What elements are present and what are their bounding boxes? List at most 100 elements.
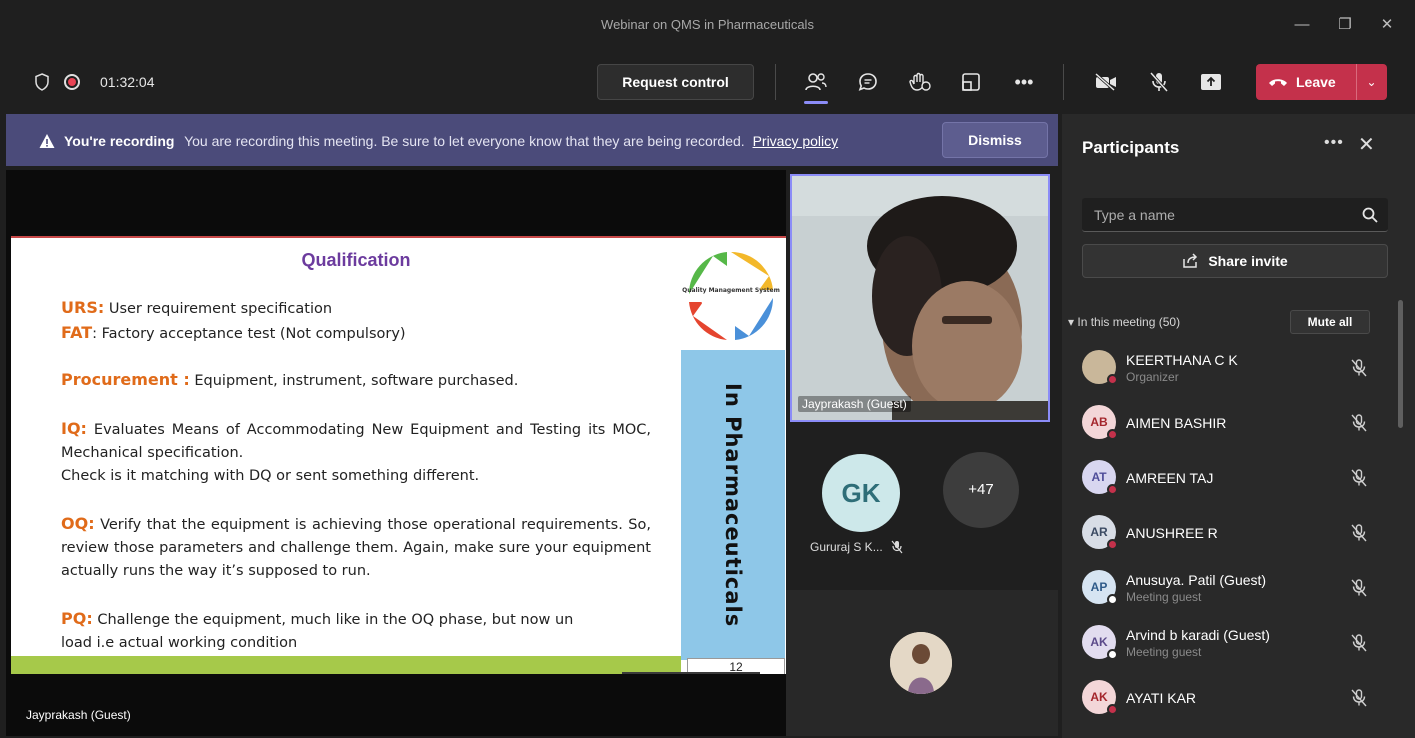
mic-off-icon[interactable] — [1349, 688, 1369, 708]
oq-text: Verify that the equipment is achieving t… — [61, 517, 651, 579]
avatar: AK — [1082, 625, 1118, 660]
banner-heading: You're recording — [64, 133, 175, 149]
participant-row[interactable]: AR ANUSHREE R — [1062, 507, 1392, 562]
urs-term: URS: — [61, 298, 105, 317]
status-badge — [1107, 484, 1118, 495]
dismiss-button[interactable]: Dismiss — [942, 122, 1048, 158]
mic-off-icon[interactable] — [1349, 468, 1369, 488]
participant-name: AMREEN TAJ — [1126, 470, 1214, 486]
mic-off-icon[interactable] — [1349, 358, 1369, 378]
share-icon — [1183, 253, 1198, 268]
redaction-box — [622, 672, 760, 674]
share-screen-icon[interactable] — [1195, 66, 1227, 98]
participant-name: AYATI KAR — [1126, 690, 1197, 706]
recording-icon — [64, 74, 80, 90]
chevron-down-icon[interactable]: ⌄ — [1356, 64, 1386, 100]
procurement-term: Procurement : — [61, 370, 190, 389]
participant-name: ANUSHREE R — [1126, 525, 1218, 541]
recording-banner: You're recording You are recording this … — [6, 114, 1058, 166]
gk-name: Gururaj S K... — [810, 540, 883, 554]
request-control-button[interactable]: Request control — [597, 64, 754, 100]
mute-all-button[interactable]: Mute all — [1290, 310, 1370, 334]
section-label: In this meeting (50) — [1077, 315, 1181, 329]
minimize-icon[interactable]: — — [1287, 10, 1317, 40]
participant-name: AIMEN BASHIR — [1126, 415, 1227, 431]
avatar: AT — [1082, 460, 1118, 495]
pq-text-2: load i.e actual working condition — [61, 635, 298, 651]
participant-search — [1082, 198, 1388, 232]
fat-term: FAT — [61, 323, 93, 342]
mic-off-icon[interactable] — [1349, 523, 1369, 543]
search-input[interactable] — [1082, 198, 1352, 232]
participant-tile[interactable] — [786, 590, 1058, 736]
section-toggle[interactable]: ▾ In this meeting (50) — [1068, 315, 1180, 329]
participant-name: KEERTHANA C K — [1126, 352, 1238, 368]
panel-title: Participants — [1082, 138, 1180, 157]
warning-icon — [39, 134, 55, 148]
mic-off-icon[interactable] — [1143, 66, 1175, 98]
chat-icon[interactable] — [852, 66, 884, 98]
avatar[interactable]: GK — [822, 454, 900, 532]
participant-row[interactable]: AT AMREEN TAJ — [1062, 452, 1392, 507]
mic-off-icon — [891, 540, 903, 554]
meeting-status: 01:32:04 — [34, 70, 155, 94]
participant-role: Organizer — [1126, 370, 1179, 384]
participant-role: Meeting guest — [1126, 590, 1202, 604]
raise-hand-icon[interactable] — [904, 66, 936, 98]
slide-footer-bar — [11, 656, 681, 674]
shared-screen: Qualification URS: User requirement spec… — [6, 170, 786, 736]
leave-label: Leave — [1296, 74, 1336, 90]
search-icon[interactable] — [1362, 207, 1378, 223]
qms-cycle-logo: Quality Management System — [682, 251, 780, 340]
more-options-icon[interactable]: ••• — [1324, 134, 1344, 152]
urs-text: User requirement specification — [104, 301, 333, 317]
share-invite-button[interactable]: Share invite — [1082, 244, 1388, 278]
camera-off-icon[interactable] — [1090, 66, 1122, 98]
phone-hangup-icon — [1269, 79, 1287, 86]
fat-text: : Factory acceptance test (Not compulsor… — [92, 326, 406, 342]
toolbar-divider — [1063, 64, 1064, 100]
meeting-toolbar: 01:32:04 Request control ••• Leave ⌄ — [0, 52, 1415, 112]
iq-text: Evaluates Means of Accommodating New Equ… — [61, 422, 651, 461]
mic-off-icon[interactable] — [1349, 578, 1369, 598]
participant-row[interactable]: AK Arvind b karadi (Guest) Meeting guest — [1062, 617, 1392, 672]
window-title: Webinar on QMS in Pharmaceuticals — [601, 17, 814, 32]
avatar — [1082, 350, 1118, 385]
avatar: AR — [1082, 515, 1118, 550]
participant-video-tile[interactable]: Jayprakash (Guest) — [790, 174, 1050, 422]
iq-term: IQ: — [61, 419, 87, 438]
participant-row[interactable]: AP Anusuya. Patil (Guest) Meeting guest — [1062, 562, 1392, 617]
slide-body: URS: User requirement specification FAT:… — [61, 296, 651, 674]
title-bar: Webinar on QMS in Pharmaceuticals — ❐ ✕ — [0, 0, 1415, 52]
leave-button[interactable]: Leave ⌄ — [1256, 64, 1387, 100]
privacy-policy-link[interactable]: Privacy policy — [753, 133, 839, 149]
avatar: AB — [1082, 405, 1118, 440]
status-badge — [1107, 594, 1118, 605]
gk-participant-label: Gururaj S K... — [810, 540, 903, 554]
more-participants-button[interactable]: +47 — [943, 452, 1019, 528]
maximize-icon[interactable]: ❐ — [1330, 10, 1360, 40]
more-actions-icon[interactable]: ••• — [1008, 66, 1040, 98]
pq-text: Challenge the equipment, much like in th… — [92, 612, 574, 628]
participant-row[interactable]: AB AIMEN BASHIR — [1062, 397, 1392, 452]
participant-row[interactable]: KEERTHANA C K Organizer — [1062, 342, 1392, 397]
close-icon[interactable]: ✕ — [1358, 132, 1375, 157]
close-window-icon[interactable]: ✕ — [1372, 10, 1402, 40]
status-badge — [1107, 649, 1118, 660]
procurement-text: Equipment, instrument, software purchase… — [189, 373, 519, 389]
status-badge — [1107, 429, 1118, 440]
status-badge — [1107, 374, 1118, 385]
participant-row[interactable]: AK AYATI KAR — [1062, 672, 1392, 727]
meeting-timer: 01:32:04 — [100, 74, 155, 90]
scrollbar[interactable] — [1398, 300, 1403, 428]
participants-icon[interactable] — [800, 66, 832, 104]
rooms-icon[interactable] — [955, 66, 987, 98]
mic-off-icon[interactable] — [1349, 413, 1369, 433]
toolbar-divider — [775, 64, 776, 100]
participant-role: Meeting guest — [1126, 645, 1202, 659]
pq-term: PQ: — [61, 609, 93, 628]
avatar: AP — [1082, 570, 1118, 605]
mic-off-icon[interactable] — [1349, 633, 1369, 653]
shield-icon[interactable] — [34, 73, 50, 91]
share-invite-label: Share invite — [1208, 253, 1288, 269]
